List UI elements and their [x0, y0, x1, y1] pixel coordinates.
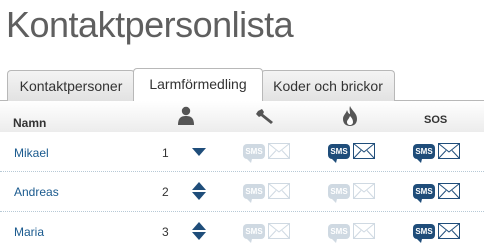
move-up-icon[interactable]	[192, 182, 206, 190]
email-icon	[438, 223, 460, 239]
technical-alarm-channel[interactable]: SMS	[243, 223, 291, 243]
column-header-name: Namn	[13, 116, 47, 130]
sms-icon: SMS	[413, 184, 435, 203]
priority-arrows	[192, 222, 206, 240]
contact-name-link[interactable]: Mikael	[14, 146, 49, 160]
email-icon	[268, 183, 290, 199]
table-row: Maria 3 SMS SMS SMS	[0, 212, 484, 248]
sms-icon: SMS	[328, 224, 350, 243]
email-icon	[438, 143, 460, 159]
email-icon	[353, 143, 375, 159]
email-icon	[353, 183, 375, 199]
priority-number: 2	[162, 185, 169, 199]
flame-icon	[343, 106, 357, 126]
move-up-icon[interactable]	[192, 222, 206, 230]
wrench-icon	[256, 109, 273, 124]
sms-icon: SMS	[243, 224, 265, 243]
sms-icon: SMS	[328, 184, 350, 203]
move-down-icon[interactable]	[192, 192, 206, 200]
priority-number: 3	[162, 225, 169, 239]
tab-koder-och-brickor[interactable]: Koder och brickor	[261, 70, 395, 101]
tab-kontaktpersoner[interactable]: Kontaktpersoner	[7, 70, 135, 101]
contact-name-link[interactable]: Maria	[14, 225, 44, 239]
table-row: Mikael 1 SMS SMS SMS	[0, 132, 484, 172]
move-down-icon[interactable]	[192, 148, 206, 156]
email-icon	[353, 223, 375, 239]
fire-alarm-channel[interactable]: SMS	[328, 143, 376, 163]
sos-alarm-channel[interactable]: SMS	[413, 183, 461, 203]
sos-alarm-channel[interactable]: SMS	[413, 143, 461, 163]
priority-arrows	[192, 182, 206, 200]
sos-alarm-channel[interactable]: SMS	[413, 223, 461, 243]
tab-larmformedling[interactable]: Larmförmedling	[133, 68, 263, 101]
technical-alarm-channel[interactable]: SMS	[243, 183, 291, 203]
sms-icon: SMS	[243, 184, 265, 203]
priority-number: 1	[162, 146, 169, 160]
page-title: Kontaktpersonlista	[6, 4, 294, 45]
email-icon	[268, 143, 290, 159]
sms-icon: SMS	[328, 144, 350, 163]
person-icon	[178, 106, 194, 125]
sms-icon: SMS	[413, 224, 435, 243]
fire-alarm-channel[interactable]: SMS	[328, 183, 376, 203]
table-header: Namn SOS	[0, 101, 484, 132]
table-row: Andreas 2 SMS SMS SMS	[0, 172, 484, 212]
fire-alarm-channel[interactable]: SMS	[328, 223, 376, 243]
technical-alarm-channel[interactable]: SMS	[243, 143, 291, 163]
move-down-icon[interactable]	[192, 232, 206, 240]
sms-icon: SMS	[413, 144, 435, 163]
column-header-sos: SOS	[424, 114, 448, 126]
email-icon	[268, 223, 290, 239]
priority-arrows	[192, 148, 206, 156]
email-icon	[438, 183, 460, 199]
sms-icon: SMS	[243, 144, 265, 163]
contact-name-link[interactable]: Andreas	[14, 185, 59, 199]
